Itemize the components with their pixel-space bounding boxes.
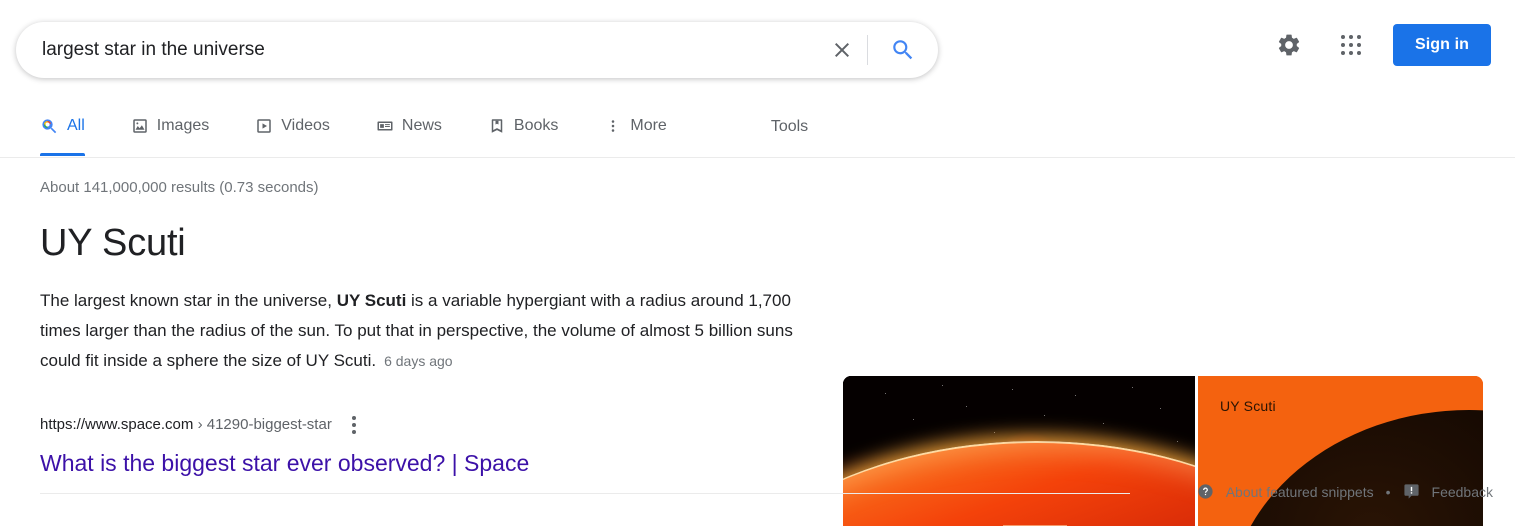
results-area: About 141,000,000 results (0.73 seconds)… <box>0 158 1515 526</box>
image-icon <box>133 119 147 133</box>
tools-button[interactable]: Tools <box>765 96 814 156</box>
search-submit-button[interactable] <box>874 27 932 73</box>
search-bar <box>16 22 938 78</box>
tab-images[interactable]: Images <box>131 96 229 156</box>
help-icon <box>1198 484 1213 499</box>
result-stats: About 141,000,000 results (0.73 seconds) <box>40 179 319 196</box>
google-search-icon <box>42 118 57 133</box>
page-header: Sign in <box>0 0 1515 96</box>
tab-active-underline <box>40 153 85 156</box>
tab-more[interactable]: More <box>604 96 686 156</box>
settings-button[interactable] <box>1269 25 1309 65</box>
snippet-date: 6 days ago <box>384 353 453 369</box>
close-icon <box>835 43 849 57</box>
tab-label: Videos <box>281 117 330 134</box>
search-divider <box>867 35 868 65</box>
result-url-domain: https://www.space.com <box>40 416 194 433</box>
search-icon <box>893 40 913 60</box>
snippet-image-2[interactable]: UY Scuti <box>1198 376 1483 526</box>
tab-label: Images <box>156 117 210 134</box>
snippet-text-before: The largest known star in the universe, <box>40 291 337 310</box>
snippet-images: UY Scuti <box>843 376 1483 526</box>
search-input[interactable] <box>16 37 819 63</box>
more-vertical-icon <box>612 120 615 132</box>
feedback-icon <box>1403 484 1419 499</box>
tab-news[interactable]: News <box>376 96 462 156</box>
tab-label: All <box>67 117 85 134</box>
feedback-link[interactable]: Feedback <box>1432 484 1493 500</box>
sign-in-button[interactable]: Sign in <box>1392 24 1491 66</box>
tab-books[interactable]: Books <box>488 96 578 156</box>
google-search-results-page: Sign in All <box>0 0 1515 526</box>
result-options-menu-icon[interactable] <box>346 412 362 438</box>
search-tabs-bar: All Images Videos News Books More Tools <box>0 96 1515 158</box>
result-title-link[interactable]: What is the biggest star ever observed? … <box>40 448 529 478</box>
snippet-image-1[interactable] <box>843 376 1195 526</box>
search-tabs: All Images Videos News Books More <box>40 96 687 156</box>
gear-icon <box>1278 34 1300 56</box>
tab-all[interactable]: All <box>40 96 105 156</box>
video-icon <box>257 119 271 133</box>
news-icon <box>377 121 393 131</box>
snippet-footer: About featured snippets • Feedback <box>1197 483 1493 500</box>
snippet-title: UY Scuti <box>40 222 186 264</box>
footer-divider <box>40 493 1130 494</box>
google-apps-button[interactable] <box>1331 25 1371 65</box>
apps-grid-icon <box>1340 35 1361 55</box>
tab-videos[interactable]: Videos <box>255 96 350 156</box>
about-featured-snippets-link[interactable]: About featured snippets <box>1226 484 1374 500</box>
header-actions: Sign in <box>1269 24 1491 66</box>
footer-separator: • <box>1385 483 1391 500</box>
snippet-text-bold: UY Scuti <box>336 291 407 310</box>
result-url-crumb: › 41290-biggest-star <box>197 416 332 433</box>
snippet-image-2-label: UY Scuti <box>1220 398 1276 414</box>
tab-label: News <box>401 117 442 134</box>
snippet-text: The largest known star in the universe, … <box>40 286 810 376</box>
result-url: https://www.space.com › 41290-biggest-st… <box>40 415 332 435</box>
tab-label: More <box>630 117 667 134</box>
clear-search-button[interactable] <box>819 27 865 73</box>
tab-label: Books <box>513 117 559 134</box>
book-icon <box>491 119 503 133</box>
